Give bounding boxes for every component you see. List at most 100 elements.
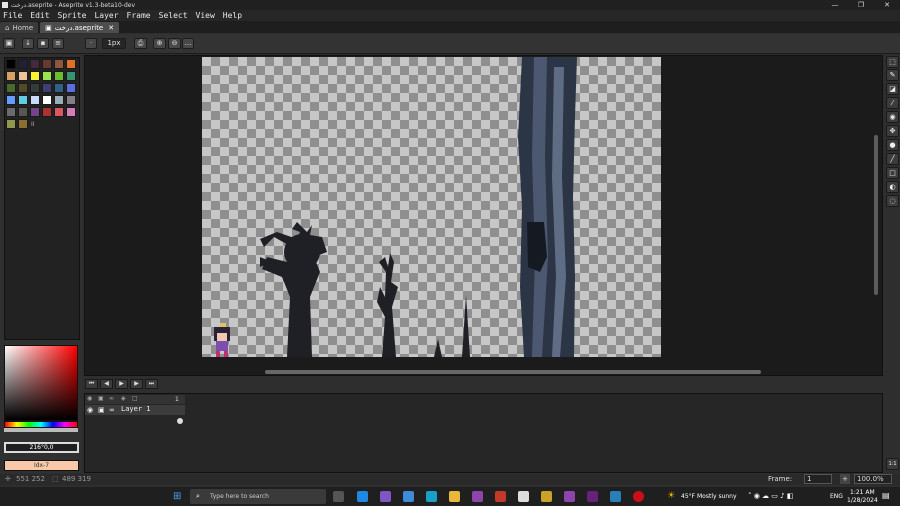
palette-swatch[interactable] bbox=[18, 71, 28, 81]
minimize-button[interactable]: — bbox=[822, 1, 848, 9]
hue-slider[interactable] bbox=[4, 421, 78, 428]
palette-swatch[interactable] bbox=[6, 107, 16, 117]
palette-swatch[interactable] bbox=[66, 71, 76, 81]
app-icon-1[interactable] bbox=[472, 491, 483, 502]
menu-view[interactable]: View bbox=[196, 11, 215, 20]
menu-list-icon[interactable]: ≡ bbox=[52, 38, 64, 49]
palette-swatch[interactable] bbox=[30, 71, 40, 81]
palette-swatch[interactable] bbox=[6, 71, 16, 81]
palette-swatch[interactable] bbox=[6, 83, 16, 93]
down-arrow-icon[interactable]: ↓ bbox=[22, 38, 34, 49]
palette-swatch[interactable] bbox=[54, 83, 64, 93]
aseprite-taskbar-icon[interactable] bbox=[518, 491, 529, 502]
brush-size-input[interactable]: 1px bbox=[102, 38, 126, 49]
app-icon-4[interactable] bbox=[564, 491, 575, 502]
menu-frame[interactable]: Frame bbox=[127, 11, 151, 20]
tab-home[interactable]: ⌂ Home bbox=[0, 22, 39, 33]
mail-icon[interactable] bbox=[357, 491, 368, 502]
vertical-scrollbar[interactable] bbox=[874, 135, 878, 295]
rectangle-tool-icon[interactable]: □ bbox=[886, 167, 899, 179]
sprite-canvas[interactable] bbox=[202, 57, 661, 357]
store-icon[interactable] bbox=[403, 491, 414, 502]
palette-swatch[interactable] bbox=[30, 107, 40, 117]
palette-swatch[interactable] bbox=[54, 71, 64, 81]
palette-swatch[interactable] bbox=[6, 95, 16, 105]
notification-icon[interactable]: ▤ bbox=[882, 491, 890, 500]
foreground-color-field[interactable]: 216°0,0 bbox=[4, 442, 79, 453]
palette-swatch[interactable] bbox=[66, 59, 76, 69]
horizontal-scrollbar[interactable] bbox=[265, 370, 761, 374]
menu-file[interactable]: File bbox=[3, 11, 22, 20]
menu-layer[interactable]: Layer bbox=[94, 11, 118, 20]
palette-swatch[interactable] bbox=[30, 95, 40, 105]
zoom-tool-icon[interactable]: ◉ bbox=[886, 111, 899, 123]
tab-sprite-file[interactable]: ▣ درخت.aseprite ✕ bbox=[40, 22, 120, 33]
palette-swatch[interactable] bbox=[18, 83, 28, 93]
previous-frame-icon[interactable]: ◀ bbox=[100, 379, 113, 389]
menu-edit[interactable]: Edit bbox=[30, 11, 49, 20]
more-options-button[interactable]: ... bbox=[182, 38, 194, 49]
language-indicator[interactable]: ENG bbox=[830, 493, 843, 500]
palette-swatch[interactable] bbox=[30, 59, 40, 69]
palette-swatch[interactable] bbox=[54, 59, 64, 69]
app-icon-2[interactable] bbox=[495, 491, 506, 502]
menu-select[interactable]: Select bbox=[159, 11, 188, 20]
discord-icon[interactable] bbox=[380, 491, 391, 502]
fill-tool-icon[interactable]: ● bbox=[886, 139, 899, 151]
tray-icons[interactable]: ˄ ◉ ☁ ▭ ♪ ◧ bbox=[748, 492, 793, 500]
last-frame-icon[interactable]: ⏭ bbox=[145, 379, 158, 389]
blur-tool-icon[interactable]: ◌ bbox=[886, 195, 899, 207]
page-indicator[interactable]: 1:1 bbox=[886, 458, 899, 470]
palette-swatch[interactable] bbox=[42, 83, 52, 93]
move-tool-icon[interactable]: ✥ bbox=[886, 125, 899, 137]
eye-icon[interactable]: ◉ bbox=[87, 406, 93, 414]
windows-start-icon[interactable]: ⊞ bbox=[173, 491, 181, 502]
add-frame-button[interactable]: + bbox=[840, 474, 850, 484]
color-spectrum-picker[interactable] bbox=[4, 345, 78, 421]
new-file-icon[interactable]: ▪ bbox=[37, 38, 49, 49]
next-frame-icon[interactable]: ▶ bbox=[130, 379, 143, 389]
palette-swatch[interactable] bbox=[42, 71, 52, 81]
alpha-slider[interactable] bbox=[4, 428, 78, 432]
palette-swatch[interactable] bbox=[6, 119, 16, 129]
weather-text[interactable]: 45°F Mostly sunny bbox=[681, 493, 737, 500]
palette-swatch[interactable] bbox=[18, 119, 28, 129]
marquee-tool-icon[interactable]: ⬚ bbox=[886, 56, 899, 68]
app-icon-5[interactable] bbox=[610, 491, 621, 502]
palette-swatch[interactable] bbox=[42, 59, 52, 69]
maximize-button[interactable]: ❐ bbox=[848, 1, 874, 9]
clock-date[interactable]: 1/28/2024 bbox=[847, 497, 878, 504]
palette-swatch[interactable] bbox=[18, 59, 28, 69]
sprite-editor[interactable] bbox=[84, 55, 883, 376]
palette-swatch[interactable] bbox=[66, 83, 76, 93]
palette-swatch[interactable] bbox=[6, 59, 16, 69]
cel-dot[interactable] bbox=[177, 418, 183, 424]
link-icon[interactable]: ∞ bbox=[109, 406, 115, 414]
layer-row[interactable]: ◉ ▣ ∞ Layer 1 bbox=[85, 405, 185, 424]
line-tool-icon[interactable]: ╱ bbox=[886, 153, 899, 165]
menu-help[interactable]: Help bbox=[223, 11, 242, 20]
palette-swatch[interactable] bbox=[18, 95, 28, 105]
palette-swatch[interactable] bbox=[66, 95, 76, 105]
task-view-icon[interactable] bbox=[333, 491, 344, 502]
eraser-tool-icon[interactable]: ◪ bbox=[886, 83, 899, 95]
close-tab-icon[interactable]: ✕ bbox=[108, 24, 114, 32]
opera-icon[interactable] bbox=[633, 491, 644, 502]
palette-swatch[interactable] bbox=[54, 107, 64, 117]
close-window-button[interactable]: ✕ bbox=[874, 1, 900, 9]
taskbar-search-box[interactable]: ⌕ Type here to search bbox=[190, 489, 326, 504]
file-explorer-icon[interactable] bbox=[449, 491, 460, 502]
lock-icon[interactable]: ▣ bbox=[98, 406, 105, 414]
pixel-perfect-icon[interactable]: ⊕ bbox=[153, 38, 166, 49]
onion-skin-icon[interactable]: ◈ bbox=[121, 395, 126, 402]
save-icon[interactable]: ▣ bbox=[3, 38, 15, 49]
eyedropper-tool-icon[interactable]: ⁄ bbox=[886, 97, 899, 109]
edge-icon[interactable] bbox=[426, 491, 437, 502]
clock-time[interactable]: 1:21 AM bbox=[850, 489, 875, 496]
palette-swatch[interactable] bbox=[42, 95, 52, 105]
frame-number-header[interactable]: 1 bbox=[175, 396, 179, 403]
symmetry-icon[interactable]: ⊖ bbox=[168, 38, 181, 49]
contour-tool-icon[interactable]: ◐ bbox=[886, 181, 899, 193]
layer-name[interactable]: Layer 1 bbox=[121, 405, 151, 413]
palette-grid[interactable]: II bbox=[4, 57, 80, 340]
